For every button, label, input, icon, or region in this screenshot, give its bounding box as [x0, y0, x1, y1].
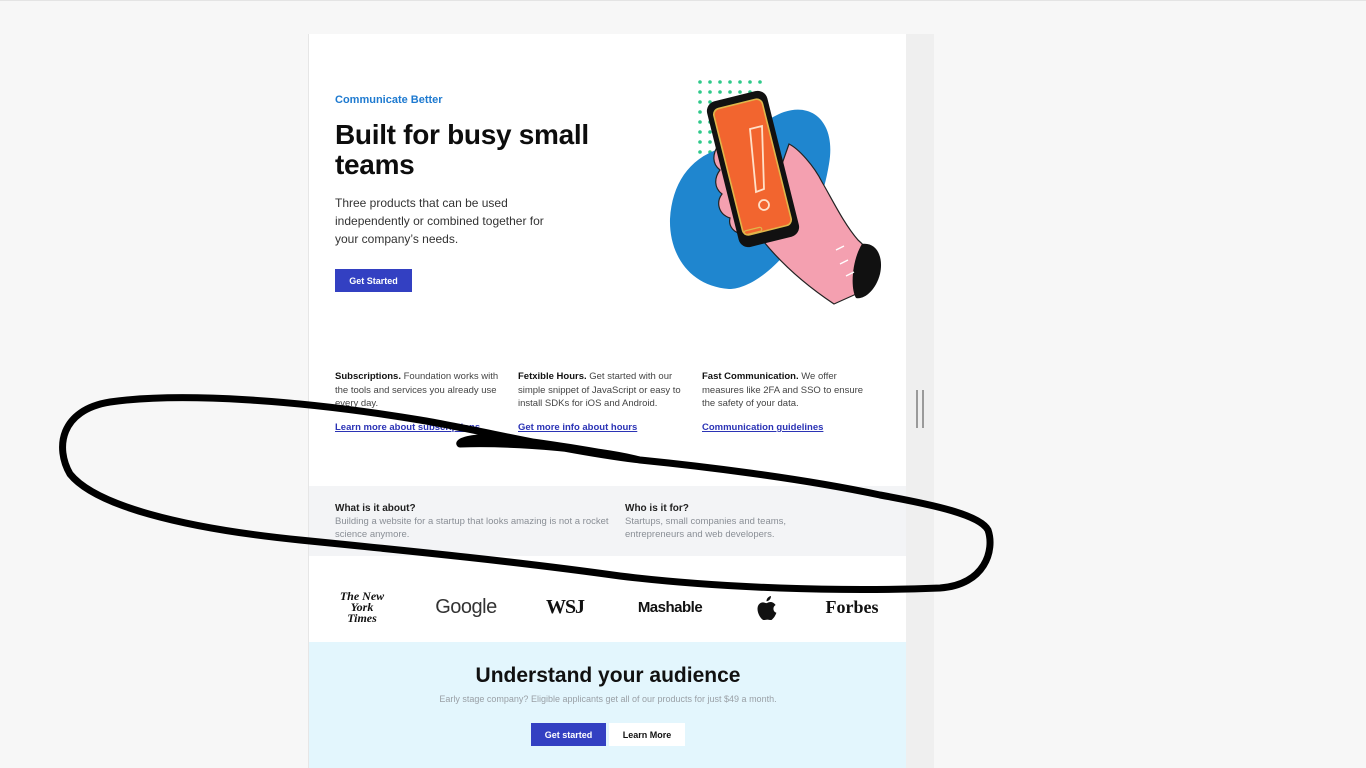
hours-info-link[interactable]: Get more info about hours: [518, 422, 637, 433]
feature-communication: Fast Communication. We offer measures li…: [702, 370, 872, 411]
mashable-logo: Mashable: [637, 598, 703, 616]
apple-logo-icon: [755, 594, 779, 622]
about-title: What is it about?: [335, 503, 416, 514]
landing-page: Communicate Better Built for busy small …: [308, 34, 906, 768]
cta-band: Understand your audience Early stage com…: [309, 642, 906, 768]
audience-text: Startups, small companies and teams, ent…: [625, 516, 787, 540]
get-started-button[interactable]: Get Started: [335, 269, 412, 292]
audience-title: Who is it for?: [625, 503, 689, 514]
learn-more-subscriptions-link[interactable]: Learn more about subscriptions: [335, 422, 480, 433]
feature-title: Subscriptions.: [335, 371, 401, 382]
resize-handle[interactable]: [916, 390, 924, 428]
hand-phone-illustration: [669, 80, 882, 305]
top-divider: [0, 0, 1366, 1]
hero-title: Built for busy small teams: [335, 119, 589, 180]
wsj-logo: WSJ: [545, 595, 585, 618]
nyt-logo: The New York Times: [339, 588, 385, 625]
about-text: Building a website for a startup that lo…: [335, 516, 609, 540]
feature-hours: Fetxible Hours. Get started with our sim…: [518, 370, 688, 411]
cta-title: Understand your audience: [475, 664, 741, 687]
hero-description: Three products that can be used independ…: [335, 196, 544, 246]
google-logo: Google: [435, 595, 497, 618]
cta-get-started-button[interactable]: Get started: [531, 723, 606, 746]
feature-title: Fast Communication.: [702, 371, 799, 382]
forbes-logo: Forbes: [825, 596, 879, 617]
info-band: What is it about? Building a website for…: [309, 486, 906, 556]
feature-title: Fetxible Hours.: [518, 371, 587, 382]
feature-subscriptions: Subscriptions. Foundation works with the…: [335, 370, 505, 411]
communication-guidelines-link[interactable]: Communication guidelines: [702, 422, 823, 433]
learn-more-button[interactable]: Learn More: [609, 723, 685, 746]
cta-subtitle: Early stage company? Eligible applicants…: [439, 694, 777, 704]
hero-eyebrow: Communicate Better: [335, 94, 443, 106]
